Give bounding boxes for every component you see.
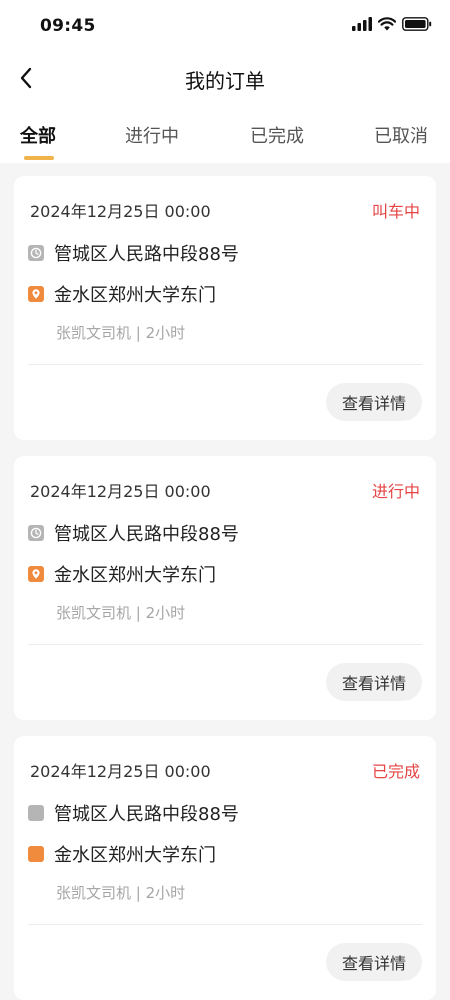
view-details-button[interactable]: 查看详情	[326, 943, 422, 981]
end-address: 金水区郑州大学东门	[54, 285, 216, 306]
driver-info: 张凯文司机 | 2小时	[56, 324, 186, 342]
location-pin-icon	[28, 286, 44, 302]
divider	[28, 644, 422, 645]
order-date: 2024年12月25日 00:00	[30, 202, 211, 221]
nav-bar: 我的订单	[0, 52, 450, 108]
wifi-icon	[377, 16, 397, 35]
view-details-button[interactable]: 查看详情	[326, 383, 422, 421]
order-card[interactable]: 2024年12月25日 00:00 已完成 管城区人民路中段88号 金水区郑州大…	[14, 736, 436, 1000]
header: 09:45 我的订单 全部 进行中 已完成 已取消	[0, 0, 450, 163]
driver-info: 张凯文司机 | 2小时	[56, 604, 186, 622]
order-card[interactable]: 2024年12月25日 00:00 进行中 管城区人民路中段88号 金水区郑州大…	[14, 456, 436, 720]
tab-cancelled[interactable]: 已取消	[374, 122, 428, 148]
battery-icon	[402, 16, 432, 35]
end-address-row: 金水区郑州大学东门	[28, 561, 216, 587]
clock-icon	[28, 245, 44, 261]
tab-in-progress[interactable]: 进行中	[125, 122, 179, 148]
order-date: 2024年12月25日 00:00	[30, 762, 211, 781]
end-address: 金水区郑州大学东门	[54, 845, 216, 866]
order-status: 叫车中	[371, 202, 420, 221]
signal-icon	[352, 16, 372, 35]
clock-icon	[28, 525, 44, 541]
divider	[28, 364, 422, 365]
start-address-row: 管城区人民路中段88号	[28, 520, 239, 546]
tab-completed[interactable]: 已完成	[250, 122, 304, 148]
end-address: 金水区郑州大学东门	[54, 565, 216, 586]
driver-info: 张凯文司机 | 2小时	[56, 884, 186, 902]
order-tabs: 全部 进行中 已完成 已取消	[0, 108, 450, 163]
start-address-row: 管城区人民路中段88号	[28, 240, 239, 266]
active-tab-indicator	[24, 156, 54, 160]
location-pin-icon	[28, 566, 44, 582]
tab-all[interactable]: 全部	[20, 122, 56, 148]
page-title: 我的订单	[185, 69, 265, 93]
start-address-row: 管城区人民路中段88号	[28, 800, 239, 826]
end-address-row: 金水区郑州大学东门	[28, 841, 216, 867]
location-pin-icon	[28, 846, 44, 862]
start-address: 管城区人民路中段88号	[54, 804, 239, 825]
order-date: 2024年12月25日 00:00	[30, 482, 211, 501]
status-time: 09:45	[40, 16, 96, 36]
view-details-button[interactable]: 查看详情	[326, 663, 422, 701]
status-bar: 09:45	[0, 0, 450, 52]
clock-icon	[28, 805, 44, 821]
start-address: 管城区人民路中段88号	[54, 244, 239, 265]
start-address: 管城区人民路中段88号	[54, 524, 239, 545]
divider	[28, 924, 422, 925]
order-status: 已完成	[371, 762, 420, 781]
end-address-row: 金水区郑州大学东门	[28, 281, 216, 307]
order-card[interactable]: 2024年12月25日 00:00 叫车中 管城区人民路中段88号 金水区郑州大…	[14, 176, 436, 440]
status-icons	[352, 15, 432, 35]
order-status: 进行中	[371, 482, 420, 501]
